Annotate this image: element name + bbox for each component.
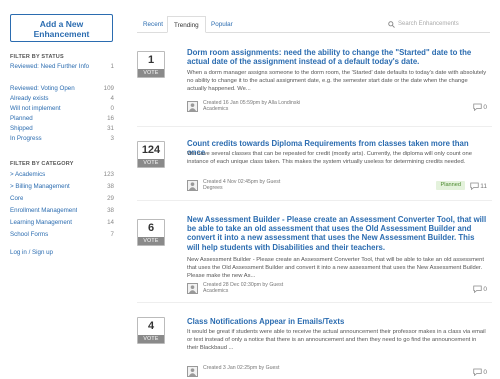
post-title[interactable]: Dorm room assignments: need the ability … [187,48,487,66]
vote-count: 1 [138,52,164,69]
category-filter-core[interactable]: Core 29 [10,193,114,203]
post-title[interactable]: Class Notifications Appear in Emails/Tex… [187,317,487,326]
search-box[interactable]: Search Enhancements [388,18,488,30]
comment-number: 11 [480,182,487,190]
status-filter-already-exists[interactable]: Already exists 4 [10,93,114,103]
search-placeholder: Search Enhancements [398,21,459,27]
post-body: When a dorm manager assigns someone to t… [187,70,487,92]
tab-recent[interactable]: Recent [137,16,169,33]
comment-number: 0 [483,368,487,376]
user-icon [188,182,197,190]
category-filter-academics[interactable]: > Academics 123 [10,169,114,179]
category-filter-enrollment[interactable]: Enrollment Management 38 [10,205,114,215]
vote-button[interactable]: 6 VOTE [137,219,165,246]
comment-icon [473,368,482,376]
post-meta: Created 28 Dec 02:30pm by Guest Academics… [187,282,487,296]
add-enhancement-button[interactable]: Add a New Enhancement [10,14,113,42]
vote-label: VOTE [138,237,164,245]
comment-icon [470,182,479,190]
avatar [187,101,198,112]
post-divider [137,302,492,303]
comment-count[interactable]: 0 [473,368,487,376]
comment-icon [473,103,482,111]
vote-button[interactable]: 124 VOTE [137,141,165,168]
post-title[interactable]: New Assessment Builder - Please create a… [187,215,487,252]
vote-label: VOTE [138,159,164,167]
post-category[interactable]: Degrees [203,185,280,191]
post-body: It would be great if students were able … [187,329,486,351]
comment-count[interactable]: 0 [473,103,487,111]
post-meta: Created 4 Nov 02:45pm by Guest Degrees Pl… [187,179,487,193]
vote-count: 4 [138,318,164,335]
vote-label: VOTE [138,335,164,343]
vote-count: 6 [138,220,164,237]
category-filter-school-forms[interactable]: School Forms 7 [10,229,114,239]
post-divider [137,200,492,201]
comment-icon [473,285,482,293]
vote-button[interactable]: 1 VOTE [137,51,165,78]
search-icon [388,20,395,28]
comment-number: 0 [483,285,487,293]
sidebar: Add a New Enhancement FILTER BY STATUS R… [0,0,120,379]
avatar [187,366,198,377]
status-filter-need-info[interactable]: Reviewed: Need Further Info 1 [10,61,114,71]
status-filter-in-progress[interactable]: In Progress 3 [10,133,114,143]
login-signup-link[interactable]: Log in / Sign up [10,249,53,256]
tab-trending[interactable]: Trending [167,16,206,33]
post-divider [137,126,492,127]
category-filter-list: > Academics 123 > Billing Management 38 Co… [10,169,114,239]
post-body: New Assessment Builder - Please create a… [187,257,484,279]
avatar [187,283,198,294]
post-category[interactable]: Academics [203,288,283,294]
post-category[interactable]: Academics [203,106,300,112]
tab-popular[interactable]: Popular [205,16,239,33]
category-filter-learning[interactable]: Learning Management 14 [10,217,114,227]
user-icon [188,368,197,376]
status-filter-voting-open[interactable]: Reviewed: Voting Open 109 [10,83,114,93]
post-created: Created 3 Jan 02:25pm by Guest [203,365,280,371]
category-filter-heading: FILTER BY CATEGORY [10,161,74,167]
status-filter-shipped[interactable]: Shipped 31 [10,123,114,133]
comment-count[interactable]: 0 [473,285,487,293]
avatar [187,180,198,191]
status-badge: Planned [436,181,465,190]
post-body: We have several classes that can be repe… [187,151,472,165]
post-meta: Created 3 Jan 02:25pm by Guest 0 [187,365,487,379]
category-filter-billing[interactable]: > Billing Management 38 [10,181,114,191]
user-icon [188,285,197,293]
user-icon [188,103,197,111]
status-filter-planned[interactable]: Planned 16 [10,113,114,123]
post-meta: Created 16 Jan 05:59pm by Alla Londinski… [187,100,487,114]
vote-count: 124 [138,142,164,159]
status-filter-heading: FILTER BY STATUS [10,54,64,60]
vote-label: VOTE [138,69,164,77]
comment-number: 0 [483,103,487,111]
vote-button[interactable]: 4 VOTE [137,317,165,344]
sort-tabs: Recent Trending Popular Search Enhanceme… [137,16,490,33]
status-filter-list: Reviewed: Need Further Info 1 Reviewed: V… [10,61,114,143]
status-filter-will-not-implement[interactable]: Will not implement 0 [10,103,114,113]
comment-count[interactable]: 11 [470,182,487,190]
